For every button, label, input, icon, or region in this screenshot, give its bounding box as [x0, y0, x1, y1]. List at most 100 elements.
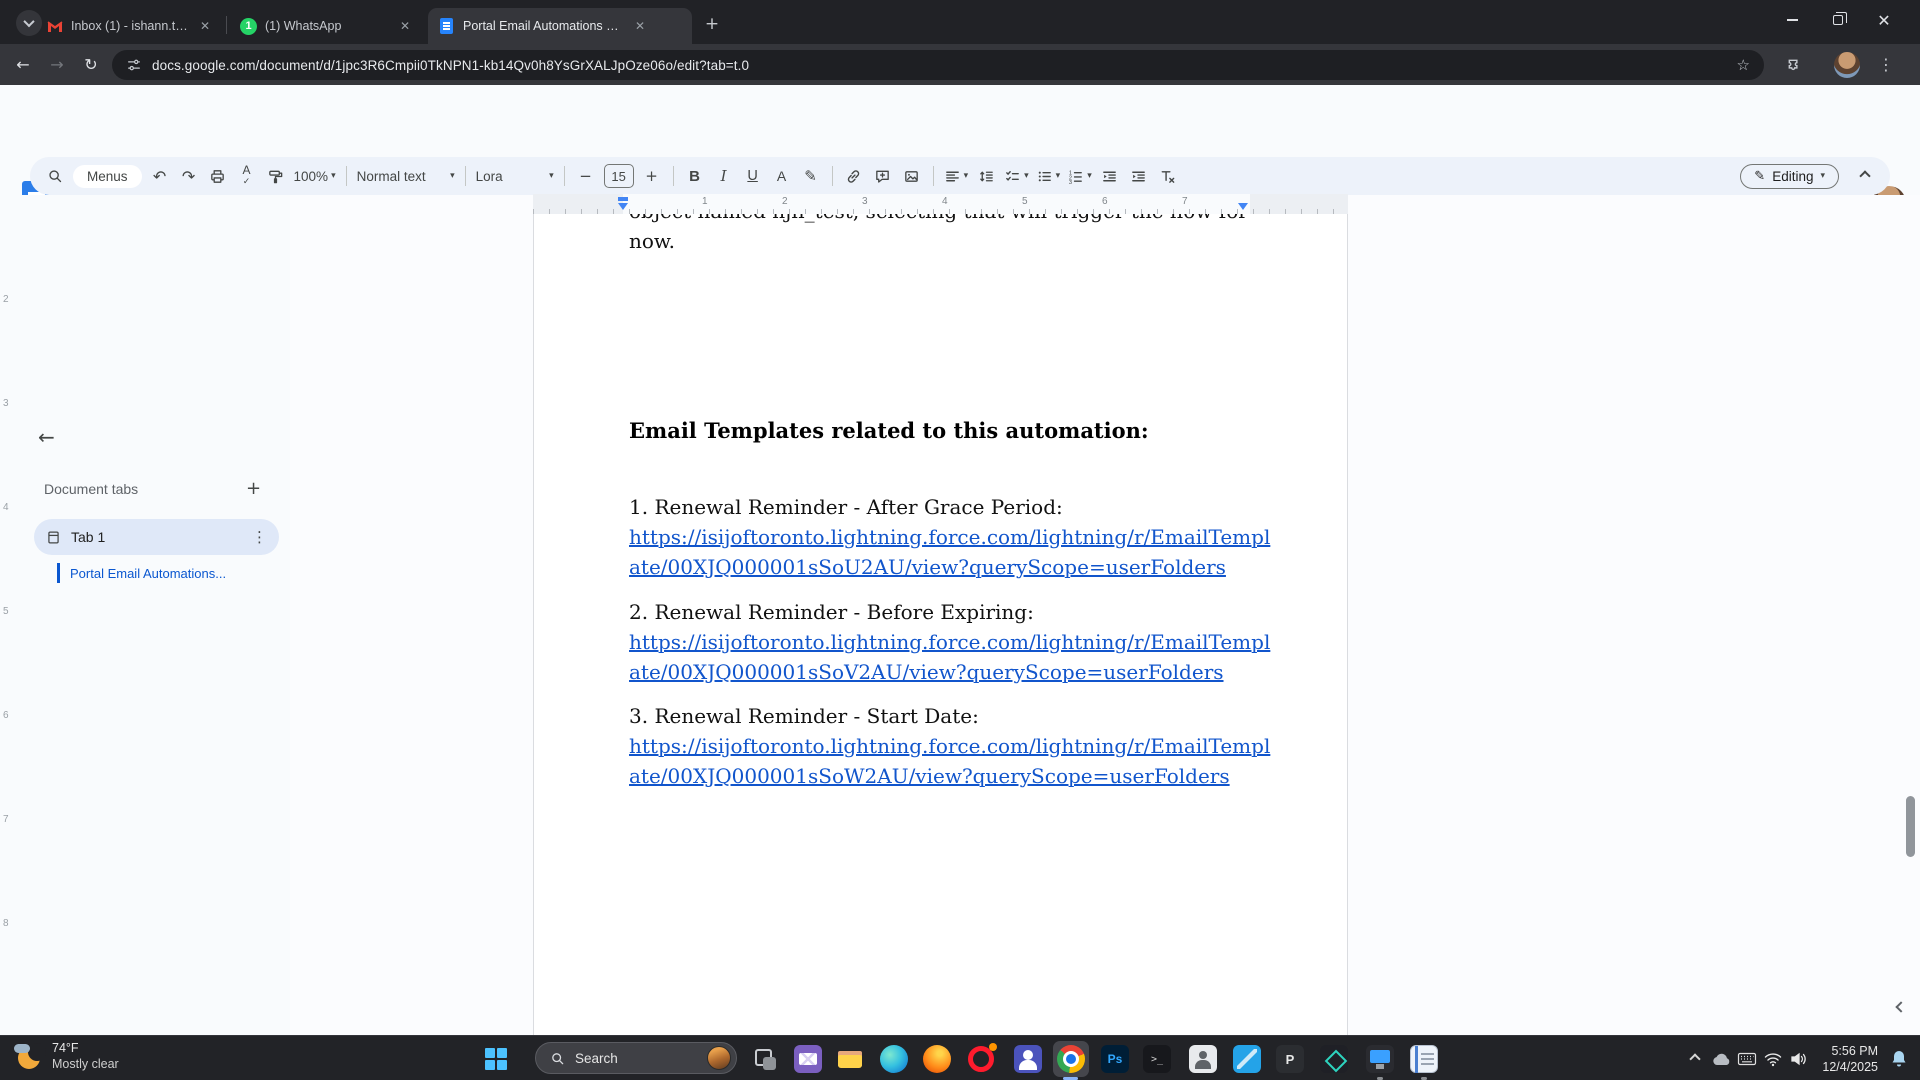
font-select[interactable]: Lora▾: [476, 163, 554, 189]
taskbar-app-firefox[interactable]: [919, 1041, 955, 1077]
numbered-list-button[interactable]: 123 ▾: [1067, 163, 1092, 189]
collapse-chevron-left-button[interactable]: [1897, 998, 1905, 1016]
taskbar-app-p[interactable]: P: [1272, 1041, 1308, 1077]
increase-indent-button[interactable]: [1128, 163, 1150, 189]
document-tab-item-selected[interactable]: Tab 1 ⋮: [34, 519, 279, 555]
browser-profile-avatar[interactable]: [1834, 52, 1860, 78]
first-line-indent-marker[interactable]: [618, 197, 628, 201]
right-indent-marker[interactable]: [1238, 203, 1248, 210]
left-indent-marker[interactable]: [618, 203, 628, 210]
editing-mode-select[interactable]: ✎ Editing ▾: [1740, 164, 1839, 189]
new-tab-button[interactable]: +: [700, 12, 724, 36]
taskbar-app-terminal[interactable]: >_: [1139, 1041, 1175, 1077]
pencil-icon: ✎: [1754, 169, 1765, 184]
taskbar-app-chrome-active[interactable]: [1053, 1041, 1089, 1077]
browser-menu-kebab-icon[interactable]: ⋮: [1878, 55, 1894, 74]
window-maximize-button[interactable]: [1815, 0, 1861, 40]
taskbar-app-file-explorer[interactable]: [832, 1041, 868, 1077]
tab-options-kebab-icon[interactable]: ⋮: [252, 528, 267, 546]
outline-active-bar: [57, 563, 60, 583]
window-close-button[interactable]: ✕: [1861, 0, 1907, 40]
hidden-icons-chevron[interactable]: [1682, 1055, 1708, 1063]
taskbar-app-teams[interactable]: [1010, 1041, 1046, 1077]
taskbar-app-task-view[interactable]: [747, 1041, 783, 1077]
chrome-icon: [1057, 1045, 1085, 1073]
browser-tab-whatsapp[interactable]: 1 (1) WhatsApp ✕: [230, 8, 424, 44]
decrease-font-size-button[interactable]: −: [575, 163, 597, 189]
add-tab-button[interactable]: +: [246, 478, 261, 499]
add-comment-button[interactable]: [872, 163, 894, 189]
taskbar-app-remote-desktop[interactable]: [1362, 1041, 1398, 1077]
vertical-scrollbar-thumb[interactable]: [1906, 796, 1915, 857]
clear-formatting-button[interactable]: [1157, 163, 1179, 189]
close-panel-back-button[interactable]: ←: [38, 425, 55, 449]
browser-tab-gmail[interactable]: Inbox (1) - ishann.tforce@gmai ✕: [36, 8, 224, 44]
underline-button[interactable]: U: [742, 163, 764, 189]
taskbar-app-diagram[interactable]: [1316, 1041, 1352, 1077]
chevron-up-icon: [1859, 170, 1870, 181]
redo-button[interactable]: ↷: [178, 163, 200, 189]
reload-button[interactable]: ↻: [74, 55, 108, 74]
extensions-icon[interactable]: [1786, 57, 1803, 79]
italic-button[interactable]: I: [713, 163, 735, 189]
forward-button[interactable]: →: [40, 55, 74, 74]
checklist-button[interactable]: ▾: [1004, 163, 1029, 189]
decrease-indent-button[interactable]: [1099, 163, 1121, 189]
hide-menus-button[interactable]: [1854, 163, 1876, 189]
volume-icon[interactable]: [1786, 1051, 1812, 1067]
toolbar-search-icon[interactable]: [44, 163, 66, 189]
align-button[interactable]: ▾: [944, 163, 969, 189]
item-link[interactable]: https://isijoftoronto.lightning.force.co…: [629, 522, 1257, 582]
highlight-color-button[interactable]: ✎: [800, 163, 822, 189]
insert-link-button[interactable]: [843, 163, 865, 189]
item-link[interactable]: https://isijoftoronto.lightning.force.co…: [629, 731, 1257, 791]
paint-format-button[interactable]: [265, 163, 287, 189]
taskbar-app-mail[interactable]: [790, 1041, 826, 1077]
tab-close-button[interactable]: ✕: [631, 17, 649, 35]
browser-tab-docs-active[interactable]: Portal Email Automations – Use ✕: [428, 8, 692, 44]
text-color-button[interactable]: A: [771, 163, 793, 189]
search-highlight-icon[interactable]: [707, 1046, 731, 1070]
start-button[interactable]: [482, 1045, 510, 1073]
window-minimize-button[interactable]: [1769, 0, 1815, 40]
menus-search-button[interactable]: Menus: [73, 165, 142, 188]
horizontal-ruler[interactable]: 1 2 3 4 5 6 7: [533, 194, 1348, 214]
bookmark-star-icon[interactable]: ☆: [1737, 56, 1750, 74]
wifi-icon[interactable]: [1760, 1051, 1786, 1067]
increase-font-size-button[interactable]: +: [641, 163, 663, 189]
unread-badge: 1: [240, 18, 257, 35]
taskbar-app-contacts[interactable]: [1185, 1041, 1221, 1077]
document-page[interactable]: object named hjfl_test, selecting that w…: [533, 214, 1348, 1035]
back-button[interactable]: ←: [6, 55, 40, 74]
taskbar-clock[interactable]: 5:56 PM 12/4/2025: [1822, 1043, 1878, 1075]
line-spacing-button[interactable]: [975, 163, 997, 189]
paragraph-clipped: object named hjfl_test, selecting that w…: [629, 214, 1254, 256]
undo-button[interactable]: ↶: [149, 163, 171, 189]
touch-keyboard-icon[interactable]: [1734, 1051, 1760, 1067]
bulleted-list-button[interactable]: ▾: [1036, 163, 1061, 189]
taskbar-app-vscode[interactable]: [1229, 1041, 1265, 1077]
item-link[interactable]: https://isijoftoronto.lightning.force.co…: [629, 627, 1257, 687]
item-label: 3. Renewal Reminder - Start Date:: [629, 701, 1257, 731]
taskbar-app-opera[interactable]: [963, 1041, 999, 1077]
site-settings-icon[interactable]: [126, 57, 142, 73]
tab-close-button[interactable]: ✕: [396, 17, 414, 35]
address-bar[interactable]: docs.google.com/document/d/1jpc3R6Cmpii0…: [112, 50, 1764, 80]
taskbar-search-box[interactable]: Search: [535, 1042, 737, 1074]
taskbar-weather-widget[interactable]: 74°F Mostly clear: [12, 1040, 119, 1072]
bold-button[interactable]: B: [684, 163, 706, 189]
tab-close-button[interactable]: ✕: [196, 17, 214, 35]
taskbar-app-photoshop[interactable]: Ps: [1097, 1041, 1133, 1077]
font-size-input[interactable]: 15: [604, 164, 634, 188]
paragraph-style-select[interactable]: Normal text▾: [357, 163, 455, 189]
insert-image-button[interactable]: [901, 163, 923, 189]
mail-app-icon: [794, 1045, 822, 1073]
outline-heading-item[interactable]: Portal Email Automations...: [57, 563, 226, 583]
notifications-bell-icon[interactable]: [1886, 1049, 1912, 1069]
zoom-select[interactable]: 100%▾: [294, 163, 336, 189]
taskbar-app-notepad[interactable]: [1406, 1041, 1442, 1077]
spellcheck-button[interactable]: A ✓: [236, 163, 258, 189]
print-button[interactable]: [207, 163, 229, 189]
taskbar-app-edge[interactable]: [876, 1041, 912, 1077]
onedrive-icon[interactable]: [1708, 1051, 1734, 1067]
